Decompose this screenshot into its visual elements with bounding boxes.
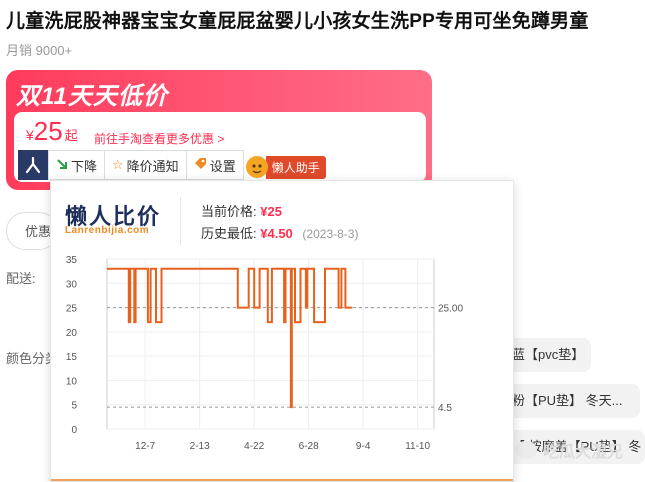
x-tick-label: 6-28	[299, 441, 319, 452]
product-title: 儿童洗屁股神器宝宝女童屁屁盆婴儿小孩女生洗PP专用可坐免蹲男童	[6, 11, 589, 32]
price-series-line	[107, 267, 353, 409]
tag-icon	[194, 157, 207, 173]
arrow-down-icon	[56, 158, 68, 173]
y-tick-label: 20	[66, 328, 78, 339]
price-currency: ¥	[26, 127, 34, 143]
helper-face-icon	[245, 156, 268, 178]
y-tick-label: 0	[71, 425, 77, 436]
price-value: 25	[33, 116, 63, 146]
trend-down-label: 下降	[71, 158, 98, 174]
settings-button[interactable]: 设置	[186, 150, 244, 180]
reference-label: 4.5	[438, 403, 452, 414]
y-tick-label: 15	[66, 352, 78, 363]
x-tick-label: 2-13	[190, 441, 210, 452]
x-tick-label: 9-4	[356, 441, 371, 452]
brand-url: Lanrenbijia.com	[65, 225, 150, 236]
x-tick-label: 12-7	[135, 441, 155, 452]
current-price-label: 当前价格:	[201, 204, 257, 219]
lazy-helper[interactable]: 懒人助手	[245, 150, 326, 180]
delivery-label: 配送:	[6, 271, 36, 286]
trend-down-button[interactable]: 下降	[48, 150, 106, 180]
lowest-price-label: 历史最低:	[201, 226, 257, 241]
y-tick-label: 10	[66, 376, 78, 387]
y-tick-label: 30	[66, 279, 78, 290]
y-tick-label: 35	[66, 255, 78, 266]
lowest-price-date: (2023-8-3)	[302, 227, 359, 241]
price-history-popup: 懒人比价 Lanrenbijia.com 当前价格: ¥25 历史最低: ¥4.…	[50, 180, 514, 482]
current-price-value: ¥25	[260, 204, 282, 219]
lanren-logo-icon[interactable]	[18, 150, 48, 180]
y-tick-label: 5	[71, 401, 77, 412]
x-tick-label: 4-22	[244, 441, 264, 452]
price-notify-button[interactable]: ☆ 降价通知	[105, 150, 187, 180]
settings-label: 设置	[209, 158, 236, 174]
lowest-price-value: ¥4.50	[260, 226, 293, 241]
price-suffix: 起	[64, 128, 78, 143]
promo-link[interactable]: 前往手淘查看更多优惠 >	[94, 130, 224, 147]
reference-label: 25.00	[438, 304, 463, 315]
price-history-chart: 0 5 10 15 20 25 30 35 12-7 2-13 4-22 6-28 9-4 11-10 25…	[66, 255, 464, 452]
price-notify-label: 降价通知	[126, 158, 179, 174]
watermark: 吃瓜大湿兄	[515, 438, 623, 462]
lanren-toolbar: 下降 ☆ 降价通知 设置 懒人助手	[18, 150, 326, 180]
star-icon: ☆	[112, 157, 124, 172]
promo-title: 双11天天低价	[16, 83, 168, 110]
color-option-pu[interactable]: 粉【PU垫】 冬天...	[500, 384, 640, 418]
y-tick-label: 25	[66, 304, 78, 315]
lowest-price-row: 历史最低: ¥4.50 (2023-8-3)	[201, 223, 358, 242]
watermark-text: 吃瓜大湿兄	[543, 444, 624, 461]
current-price-row: 当前价格: ¥25	[201, 201, 282, 220]
wechat-icon	[515, 441, 537, 459]
helper-label: 懒人助手	[265, 155, 326, 179]
x-tick-label: 11-10	[405, 441, 430, 452]
sales-count: 月销 9000+	[6, 43, 73, 58]
header-divider	[180, 197, 181, 245]
promo-price: ¥25 起	[26, 116, 78, 147]
